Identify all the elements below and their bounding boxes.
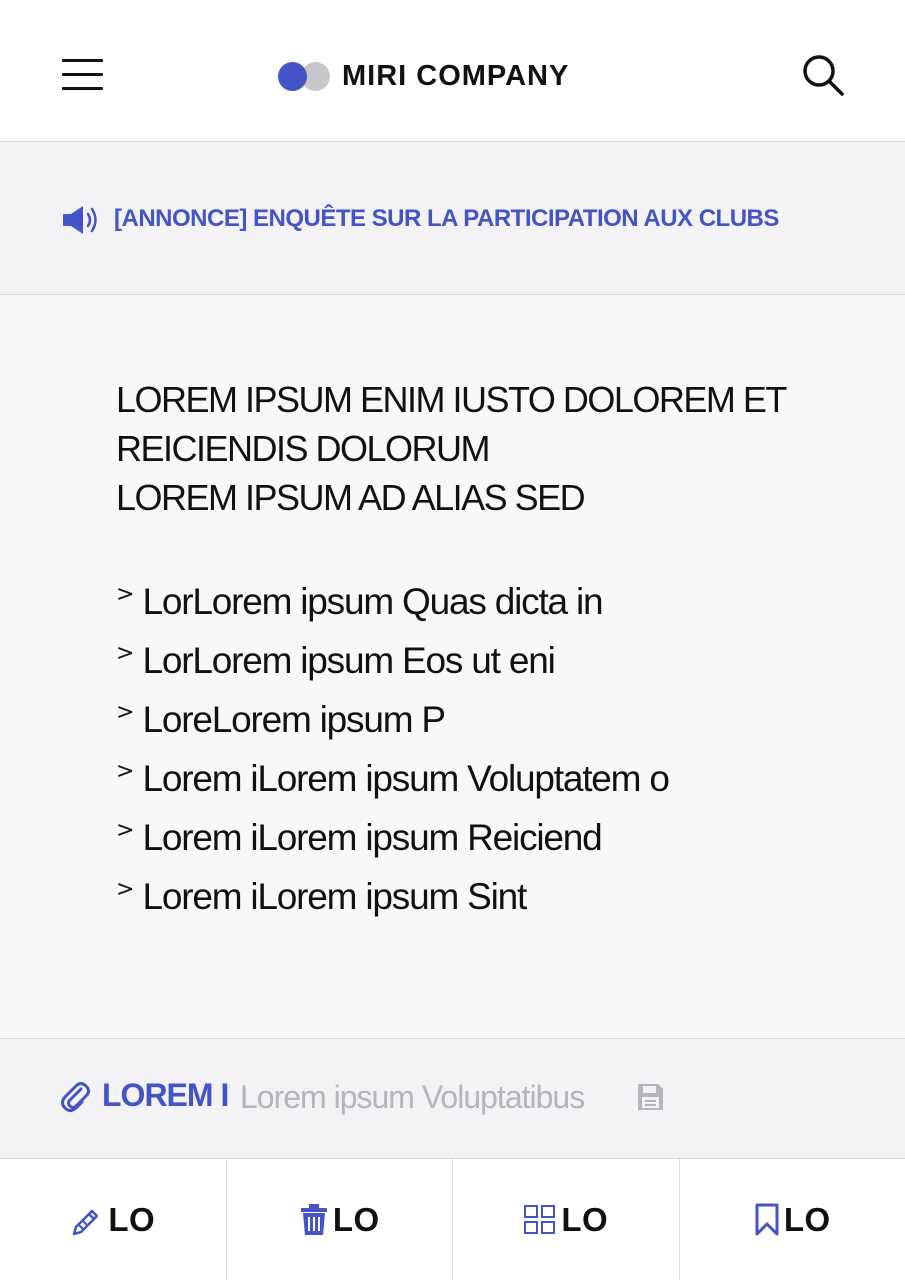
list-item-label: Lorem iLorem ipsum Reiciend [142, 817, 602, 858]
paperclip-icon [61, 1081, 91, 1118]
list-item[interactable]: > LoreLorem ipsum P [116, 698, 669, 757]
tab-bookmark[interactable]: LO [680, 1159, 905, 1280]
attachment-file-link[interactable]: Lorem ipsum Voluptatibus [240, 1079, 585, 1116]
title-line: REICIENDIS DOLORUM [116, 428, 491, 469]
announcement-link[interactable]: [ANNONCE] ENQUÊTE SUR LA PARTICIPATION A… [114, 205, 779, 233]
tab-edit[interactable]: LO [0, 1159, 227, 1280]
floppy-disk-icon[interactable] [637, 1083, 664, 1116]
item-list: > LorLorem ipsum Quas dicta in > LorLorem … [116, 580, 670, 934]
chevron-right-icon: > [116, 641, 135, 666]
logo-mark-icon [278, 60, 332, 92]
list-item-label: Lorem iLorem ipsum Voluptatem o [142, 758, 669, 799]
list-item-label: LorLorem ipsum Eos ut eni [142, 640, 555, 681]
list-item-label: Lorem iLorem ipsum Sint [142, 876, 527, 917]
search-icon[interactable] [800, 52, 846, 98]
hamburger-menu-icon[interactable] [62, 58, 104, 90]
grid-icon [524, 1204, 556, 1234]
megaphone-icon [61, 203, 101, 242]
list-item[interactable]: > Lorem iLorem ipsum Voluptatem o [116, 757, 670, 816]
title-line: LOREM IPSUM ENIM IUSTO DOLOREM ET [116, 379, 787, 420]
attachment-label: LOREM I [102, 1077, 229, 1113]
pencil-icon [73, 1209, 99, 1235]
list-item-label: LorLorem ipsum Quas dicta in [142, 581, 603, 622]
list-item[interactable]: > LorLorem ipsum Eos ut eni [116, 639, 669, 698]
top-header: MIRI COMPANY [0, 0, 905, 142]
list-item[interactable]: > Lorem iLorem ipsum Sint [116, 875, 669, 934]
page-title: LOREM IPSUM ENIM IUSTO DOLOREM ET REICIE… [116, 375, 876, 522]
chevron-right-icon: > [116, 877, 135, 902]
chevron-right-icon: > [116, 818, 135, 843]
list-item[interactable]: > Lorem iLorem ipsum Reiciend [116, 816, 669, 875]
bookmark-icon [755, 1203, 779, 1235]
tab-grid[interactable]: LO [453, 1159, 680, 1280]
tab-delete[interactable]: LO [227, 1159, 453, 1280]
chevron-right-icon: > [116, 582, 135, 607]
tab-label: LO [561, 1200, 609, 1238]
bottom-action-bar: LO LO LO LO [0, 1158, 905, 1280]
tab-label: LO [108, 1200, 156, 1238]
list-item-label: LoreLorem ipsum P [142, 699, 446, 740]
title-line: LOREM IPSUM AD ALIAS SED [116, 477, 586, 518]
brand-logo[interactable]: MIRI COMPANY [278, 58, 569, 94]
brand-name: MIRI COMPANY [342, 59, 570, 92]
tab-label: LO [332, 1200, 380, 1238]
list-item[interactable]: > LorLorem ipsum Quas dicta in [116, 580, 669, 639]
chevron-right-icon: > [116, 759, 135, 784]
tab-label: LO [783, 1200, 831, 1238]
chevron-right-icon: > [116, 700, 135, 725]
trash-icon [300, 1203, 327, 1235]
